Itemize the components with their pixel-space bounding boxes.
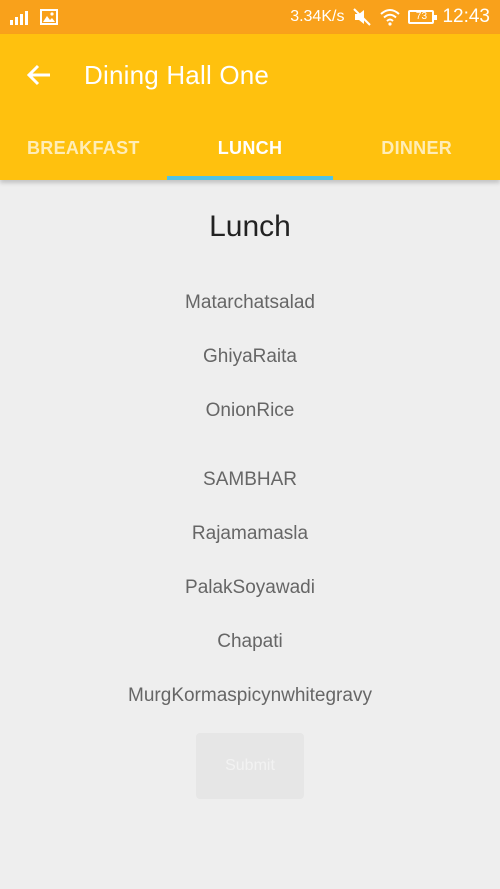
status-left <box>10 9 58 25</box>
menu-item: Matarchatsalad <box>185 292 315 313</box>
net-speed: 3.34K/s <box>290 8 345 25</box>
tab-dinner[interactable]: DINNER <box>333 122 500 180</box>
toolbar-title: Dining Hall One <box>84 60 270 90</box>
menu-item: PalakSoyawadi <box>185 577 315 598</box>
wifi-icon <box>380 8 401 26</box>
meal-tabs: BREAKFAST LUNCH DINNER <box>0 122 500 180</box>
menu-item: Rajamamasla <box>191 523 309 544</box>
gallery-icon <box>40 9 58 25</box>
menu-item: MurgKormaspicynwhitegravy <box>128 685 372 706</box>
status-bar: 3.34K/s 73 12:43 <box>0 0 500 34</box>
status-right: 3.34K/s 73 12:43 <box>290 6 490 28</box>
menu-title: Lunch <box>209 210 291 243</box>
tab-breakfast[interactable]: BREAKFAST <box>0 122 167 180</box>
tab-lunch[interactable]: LUNCH <box>166 122 334 180</box>
menu-item: OnionRice <box>205 400 295 421</box>
clock: 12:43 <box>442 6 490 27</box>
app-bar: Dining Hall One BREAKFAST LUNCH DINNER <box>0 34 500 180</box>
mute-icon <box>352 7 372 27</box>
menu-item: SAMBHAR <box>203 469 297 490</box>
menu-item: Chapati <box>217 631 283 652</box>
menu-item: GhiyaRaita <box>203 346 297 367</box>
signal-icon <box>10 9 32 25</box>
back-arrow-icon[interactable] <box>22 58 56 92</box>
submit-button[interactable]: Submit <box>196 733 304 799</box>
battery-icon: 73 <box>408 10 438 24</box>
